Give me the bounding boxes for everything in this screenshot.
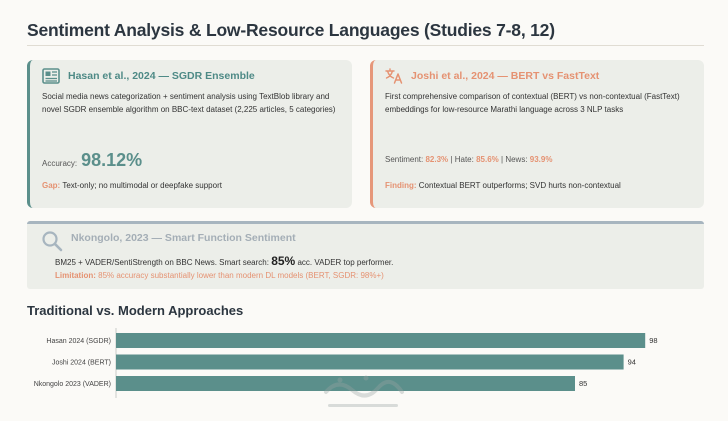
stats-line: Sentiment: 82.3% | Hate: 85.6% | News: 9… — [385, 155, 553, 164]
card-description-hasan: Social media news categorization + senti… — [42, 92, 336, 114]
nkongolo-desc-before: BM25 + VADER/SentiStrength on BBC News. … — [55, 258, 269, 267]
sentiment-value: 82.3% — [425, 155, 449, 164]
card-nkongolo: Nkongolo, 2023 — Smart Function Sentimen… — [27, 221, 704, 289]
finding-label: Finding: — [385, 181, 417, 190]
chart-value-label: 98 — [649, 336, 657, 345]
sentiment-label: Sentiment: — [385, 155, 424, 164]
chart-category-label: Hasan 2024 (SGDR) — [46, 338, 111, 345]
hate-label: Hate: — [454, 155, 474, 164]
nkongolo-accuracy-value: 85% — [271, 254, 296, 268]
chart-bar — [116, 333, 646, 348]
title-divider — [27, 45, 704, 46]
card-title-hasan: Hasan et al., 2024 — SGDR Ensemble — [68, 70, 255, 82]
chart-value-label: 85 — [579, 379, 587, 388]
translate-icon — [385, 68, 403, 84]
accuracy-value: 98.12% — [81, 150, 143, 170]
nkongolo-desc-after: acc. VADER top performer. — [297, 258, 394, 267]
chart-value-label: 94 — [628, 358, 636, 367]
card-description-nkongolo: BM25 + VADER/SentiStrength on BBC News. … — [55, 254, 695, 270]
newspaper-icon — [42, 68, 60, 84]
news-label: News: — [505, 155, 528, 164]
accuracy-label: Accuracy: — [42, 159, 78, 168]
page-title: Sentiment Analysis & Low-Resource Langua… — [27, 20, 555, 40]
card-joshi: Joshi et al., 2024 — BERT vs FastText Fi… — [370, 60, 704, 208]
gap-line: Gap: Text-only; no multimodal or deepfak… — [42, 181, 222, 190]
chart-category-label: Joshi 2024 (BERT) — [52, 360, 111, 367]
news-value: 93.9% — [529, 155, 553, 164]
hate-value: 85.6% — [476, 155, 499, 164]
chart-category-label: Nkongolo 2023 (VADER) — [34, 381, 111, 388]
accuracy-line: Accuracy: 98.12% — [42, 150, 142, 171]
finding-text: Contextual BERT outperforms; SVD hurts n… — [418, 181, 621, 190]
section-title: Traditional vs. Modern Approaches — [27, 303, 244, 318]
limitation-text: 85% accuracy substantially lower than mo… — [98, 271, 384, 280]
gap-text: Text-only; no multimodal or deepfake sup… — [62, 181, 222, 190]
card-title-nkongolo: Nkongolo, 2023 — Smart Function Sentimen… — [71, 232, 296, 244]
finding-line: Finding: Contextual BERT outperforms; SV… — [385, 181, 621, 190]
search-icon — [42, 231, 63, 252]
limitation-line: Limitation: 85% accuracy substantially l… — [55, 271, 384, 280]
chart-bar — [116, 354, 624, 370]
gap-label: Gap: — [42, 181, 61, 190]
limitation-label: Limitation: — [55, 271, 96, 280]
card-title-joshi: Joshi et al., 2024 — BERT vs FastText — [411, 70, 600, 82]
watermark-logo-icon — [324, 375, 404, 407]
card-description-joshi: First comprehensive comparison of contex… — [385, 92, 680, 114]
card-hasan: Hasan et al., 2024 — SGDR Ensemble Socia… — [27, 60, 352, 208]
